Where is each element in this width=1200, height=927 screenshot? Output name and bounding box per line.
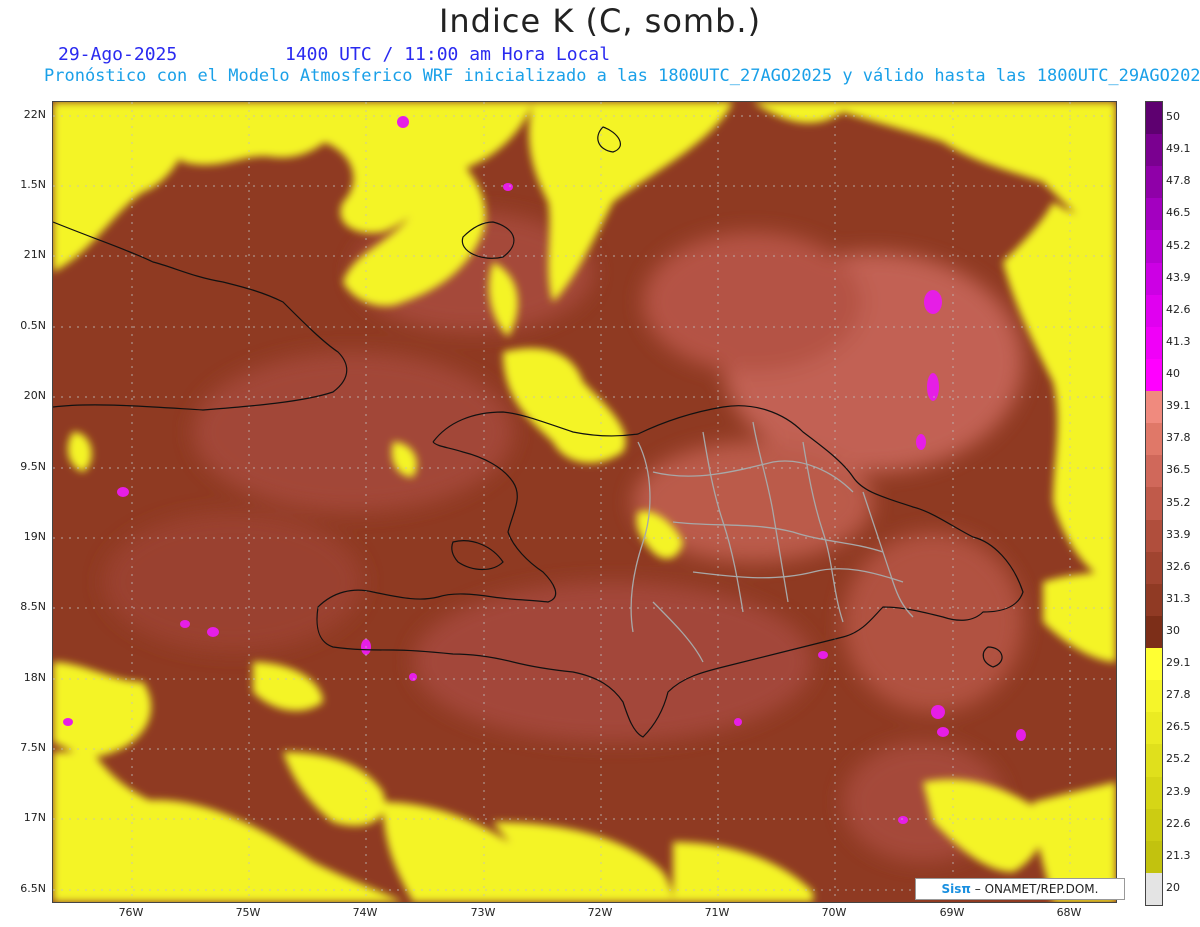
lat-label: 18N <box>23 671 46 684</box>
colorbar-segment <box>1146 102 1162 135</box>
colorbar-segment <box>1146 840 1162 874</box>
lat-label: 19N <box>23 530 46 543</box>
lat-label: 22N <box>23 108 46 121</box>
colorbar-label: 45.2 <box>1166 238 1191 252</box>
lat-label: 20N <box>23 389 46 402</box>
colorbar-label: 42.6 <box>1166 302 1191 316</box>
colorbar-label: 50 <box>1166 110 1180 124</box>
colorbar-label: 36.5 <box>1166 463 1191 477</box>
colorbar-segment <box>1146 712 1162 745</box>
colorbar-label: 25.2 <box>1166 752 1191 766</box>
colorbar-segment <box>1146 326 1162 360</box>
colorbar-segment <box>1146 583 1162 617</box>
forecast-subtitle: Pronóstico con el Modelo Atmosferico WRF… <box>44 66 1200 86</box>
colorbar-label: 26.5 <box>1166 720 1191 734</box>
colorbar-label: 37.8 <box>1166 431 1191 445</box>
k-index-field <box>53 102 1116 902</box>
lat-label: 6.5N <box>20 882 46 895</box>
colorbar-segment <box>1146 487 1162 521</box>
colorbar-label: 23.9 <box>1166 784 1191 798</box>
lon-label: 72W <box>587 906 613 919</box>
colorbar-segment <box>1146 551 1162 585</box>
lat-label: 0.5N <box>20 319 46 332</box>
colorbar-segment <box>1146 872 1162 906</box>
weather-map <box>52 101 1117 903</box>
colorbar-segment <box>1146 358 1162 392</box>
lat-label: 1.5N <box>20 178 46 191</box>
lon-label: 70W <box>821 906 847 919</box>
colorbar-segment <box>1146 134 1162 167</box>
lat-label: 8.5N <box>20 600 46 613</box>
colorbar-label: 39.1 <box>1166 399 1191 413</box>
lat-label: 7.5N <box>20 741 46 754</box>
colorbar-segment <box>1146 391 1162 424</box>
lat-label: 17N <box>23 811 46 824</box>
colorbar-label: 29.1 <box>1166 656 1191 670</box>
lon-label: 69W <box>939 906 965 919</box>
colorbar-segment <box>1146 615 1162 649</box>
colorbar-label: 43.9 <box>1166 270 1191 284</box>
chart-title: Indice K (C, somb.) <box>438 2 762 40</box>
colorbar-label: 47.8 <box>1166 174 1191 188</box>
credit-box: Sisπ – ONAMET/REP.DOM. <box>915 878 1125 900</box>
forecast-date: 29-Ago-2025 <box>58 44 178 65</box>
colorbar-segment <box>1146 230 1162 264</box>
colorbar-label: 40 <box>1166 367 1180 381</box>
colorbar-segment <box>1146 455 1162 488</box>
colorbar-segment <box>1146 744 1162 777</box>
forecast-time: 1400 UTC / 11:00 am Hora Local <box>285 44 611 65</box>
colorbar <box>1145 101 1163 906</box>
colorbar-segment <box>1146 808 1162 842</box>
credit-brand: Sisπ <box>941 882 971 896</box>
lat-label: 21N <box>23 248 46 261</box>
colorbar-segment <box>1146 294 1162 328</box>
colorbar-label: 21.3 <box>1166 848 1191 862</box>
lon-label: 74W <box>352 906 378 919</box>
colorbar-segment <box>1146 519 1162 553</box>
colorbar-segment <box>1146 262 1162 296</box>
lon-label: 75W <box>235 906 261 919</box>
colorbar-segment <box>1146 680 1162 713</box>
colorbar-label: 35.2 <box>1166 495 1191 509</box>
credit-text: – ONAMET/REP.DOM. <box>974 882 1099 896</box>
lon-label: 68W <box>1056 906 1082 919</box>
lon-label: 71W <box>704 906 730 919</box>
lat-label: 9.5N <box>20 460 46 473</box>
colorbar-label: 41.3 <box>1166 334 1191 348</box>
colorbar-segment <box>1146 776 1162 810</box>
colorbar-segment <box>1146 166 1162 199</box>
colorbar-segment <box>1146 648 1162 681</box>
colorbar-label: 49.1 <box>1166 142 1191 156</box>
colorbar-segment <box>1146 423 1162 456</box>
lon-label: 76W <box>118 906 144 919</box>
colorbar-label: 32.6 <box>1166 559 1191 573</box>
colorbar-segment <box>1146 198 1162 231</box>
colorbar-label: 20 <box>1166 880 1180 894</box>
colorbar-label: 31.3 <box>1166 591 1191 605</box>
colorbar-label: 33.9 <box>1166 527 1191 541</box>
lon-label: 73W <box>470 906 496 919</box>
colorbar-label: 22.6 <box>1166 816 1191 830</box>
colorbar-label: 46.5 <box>1166 206 1191 220</box>
colorbar-label: 27.8 <box>1166 688 1191 702</box>
colorbar-label: 30 <box>1166 623 1180 637</box>
